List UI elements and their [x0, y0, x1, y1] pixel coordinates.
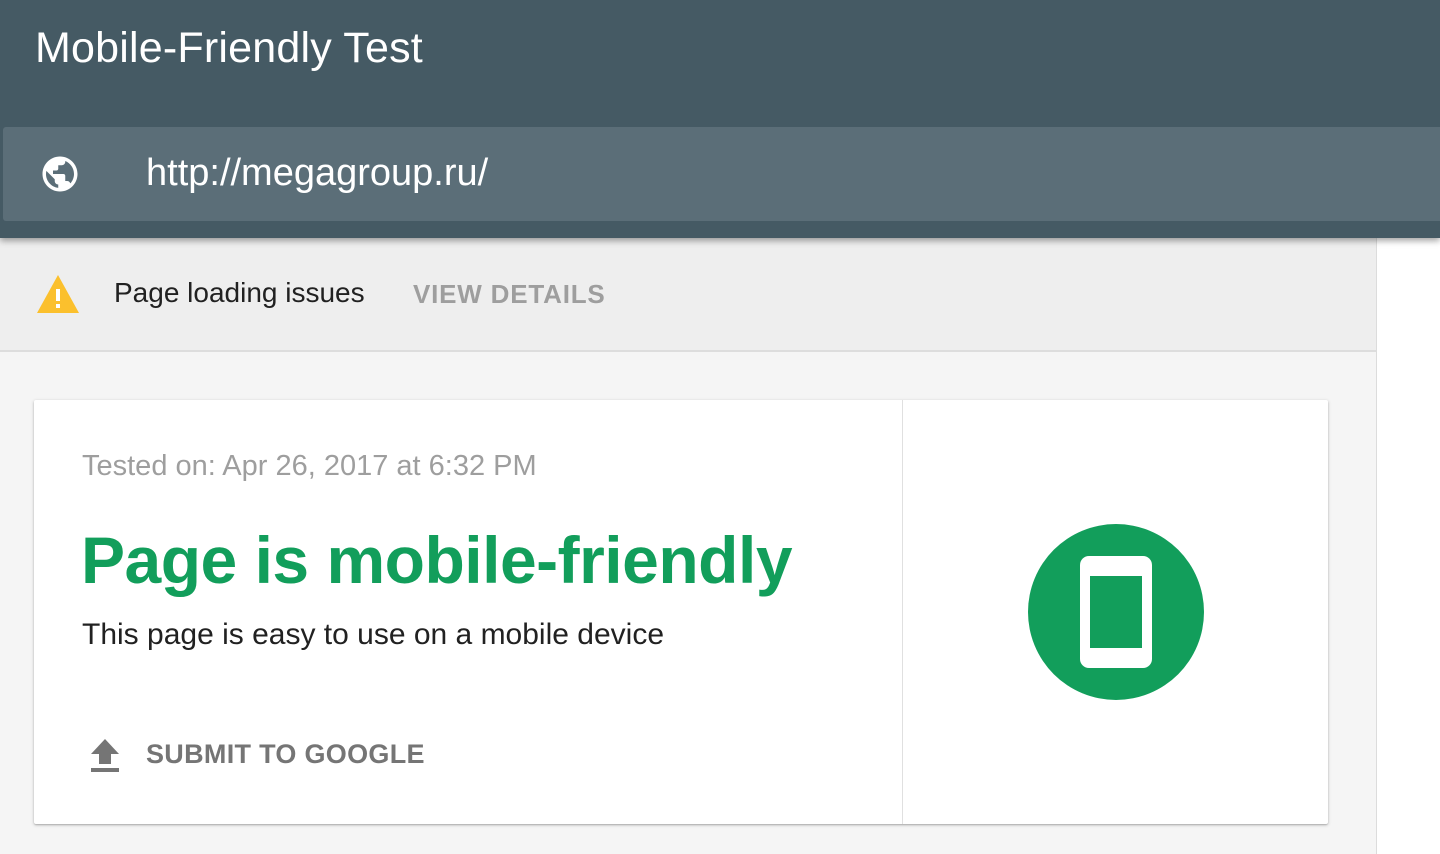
upload-icon: [91, 739, 119, 772]
view-details-button[interactable]: VIEW DETAILS: [413, 279, 606, 310]
submit-label[interactable]: SUBMIT TO GOOGLE: [146, 739, 425, 770]
url-input-bar[interactable]: http://megagroup.ru/: [3, 127, 1440, 221]
result-card: Tested on: Apr 26, 2017 at 6:32 PM Page …: [34, 400, 1328, 824]
tested-on-timestamp: Tested on: Apr 26, 2017 at 6:32 PM: [82, 450, 537, 482]
main-content: Page loading issues VIEW DETAILS Tested …: [0, 238, 1377, 854]
smartphone-icon: [1080, 556, 1152, 668]
app-title: Mobile-Friendly Test: [35, 24, 423, 72]
url-value[interactable]: http://megagroup.ru/: [146, 152, 488, 195]
result-badge-panel: [903, 400, 1328, 824]
mobile-friendly-badge: [1028, 524, 1204, 700]
result-title: Page is mobile-friendly: [81, 523, 793, 597]
page-loading-issues-banner: Page loading issues VIEW DETAILS: [0, 238, 1376, 352]
globe-icon: [42, 156, 78, 192]
result-description: This page is easy to use on a mobile dev…: [82, 618, 664, 651]
right-gutter: [1377, 238, 1440, 854]
app-header: Mobile-Friendly Test http://megagroup.ru…: [0, 0, 1440, 238]
result-summary: Tested on: Apr 26, 2017 at 6:32 PM Page …: [34, 400, 903, 824]
issues-label: Page loading issues: [114, 277, 365, 308]
warning-icon: [37, 275, 79, 313]
